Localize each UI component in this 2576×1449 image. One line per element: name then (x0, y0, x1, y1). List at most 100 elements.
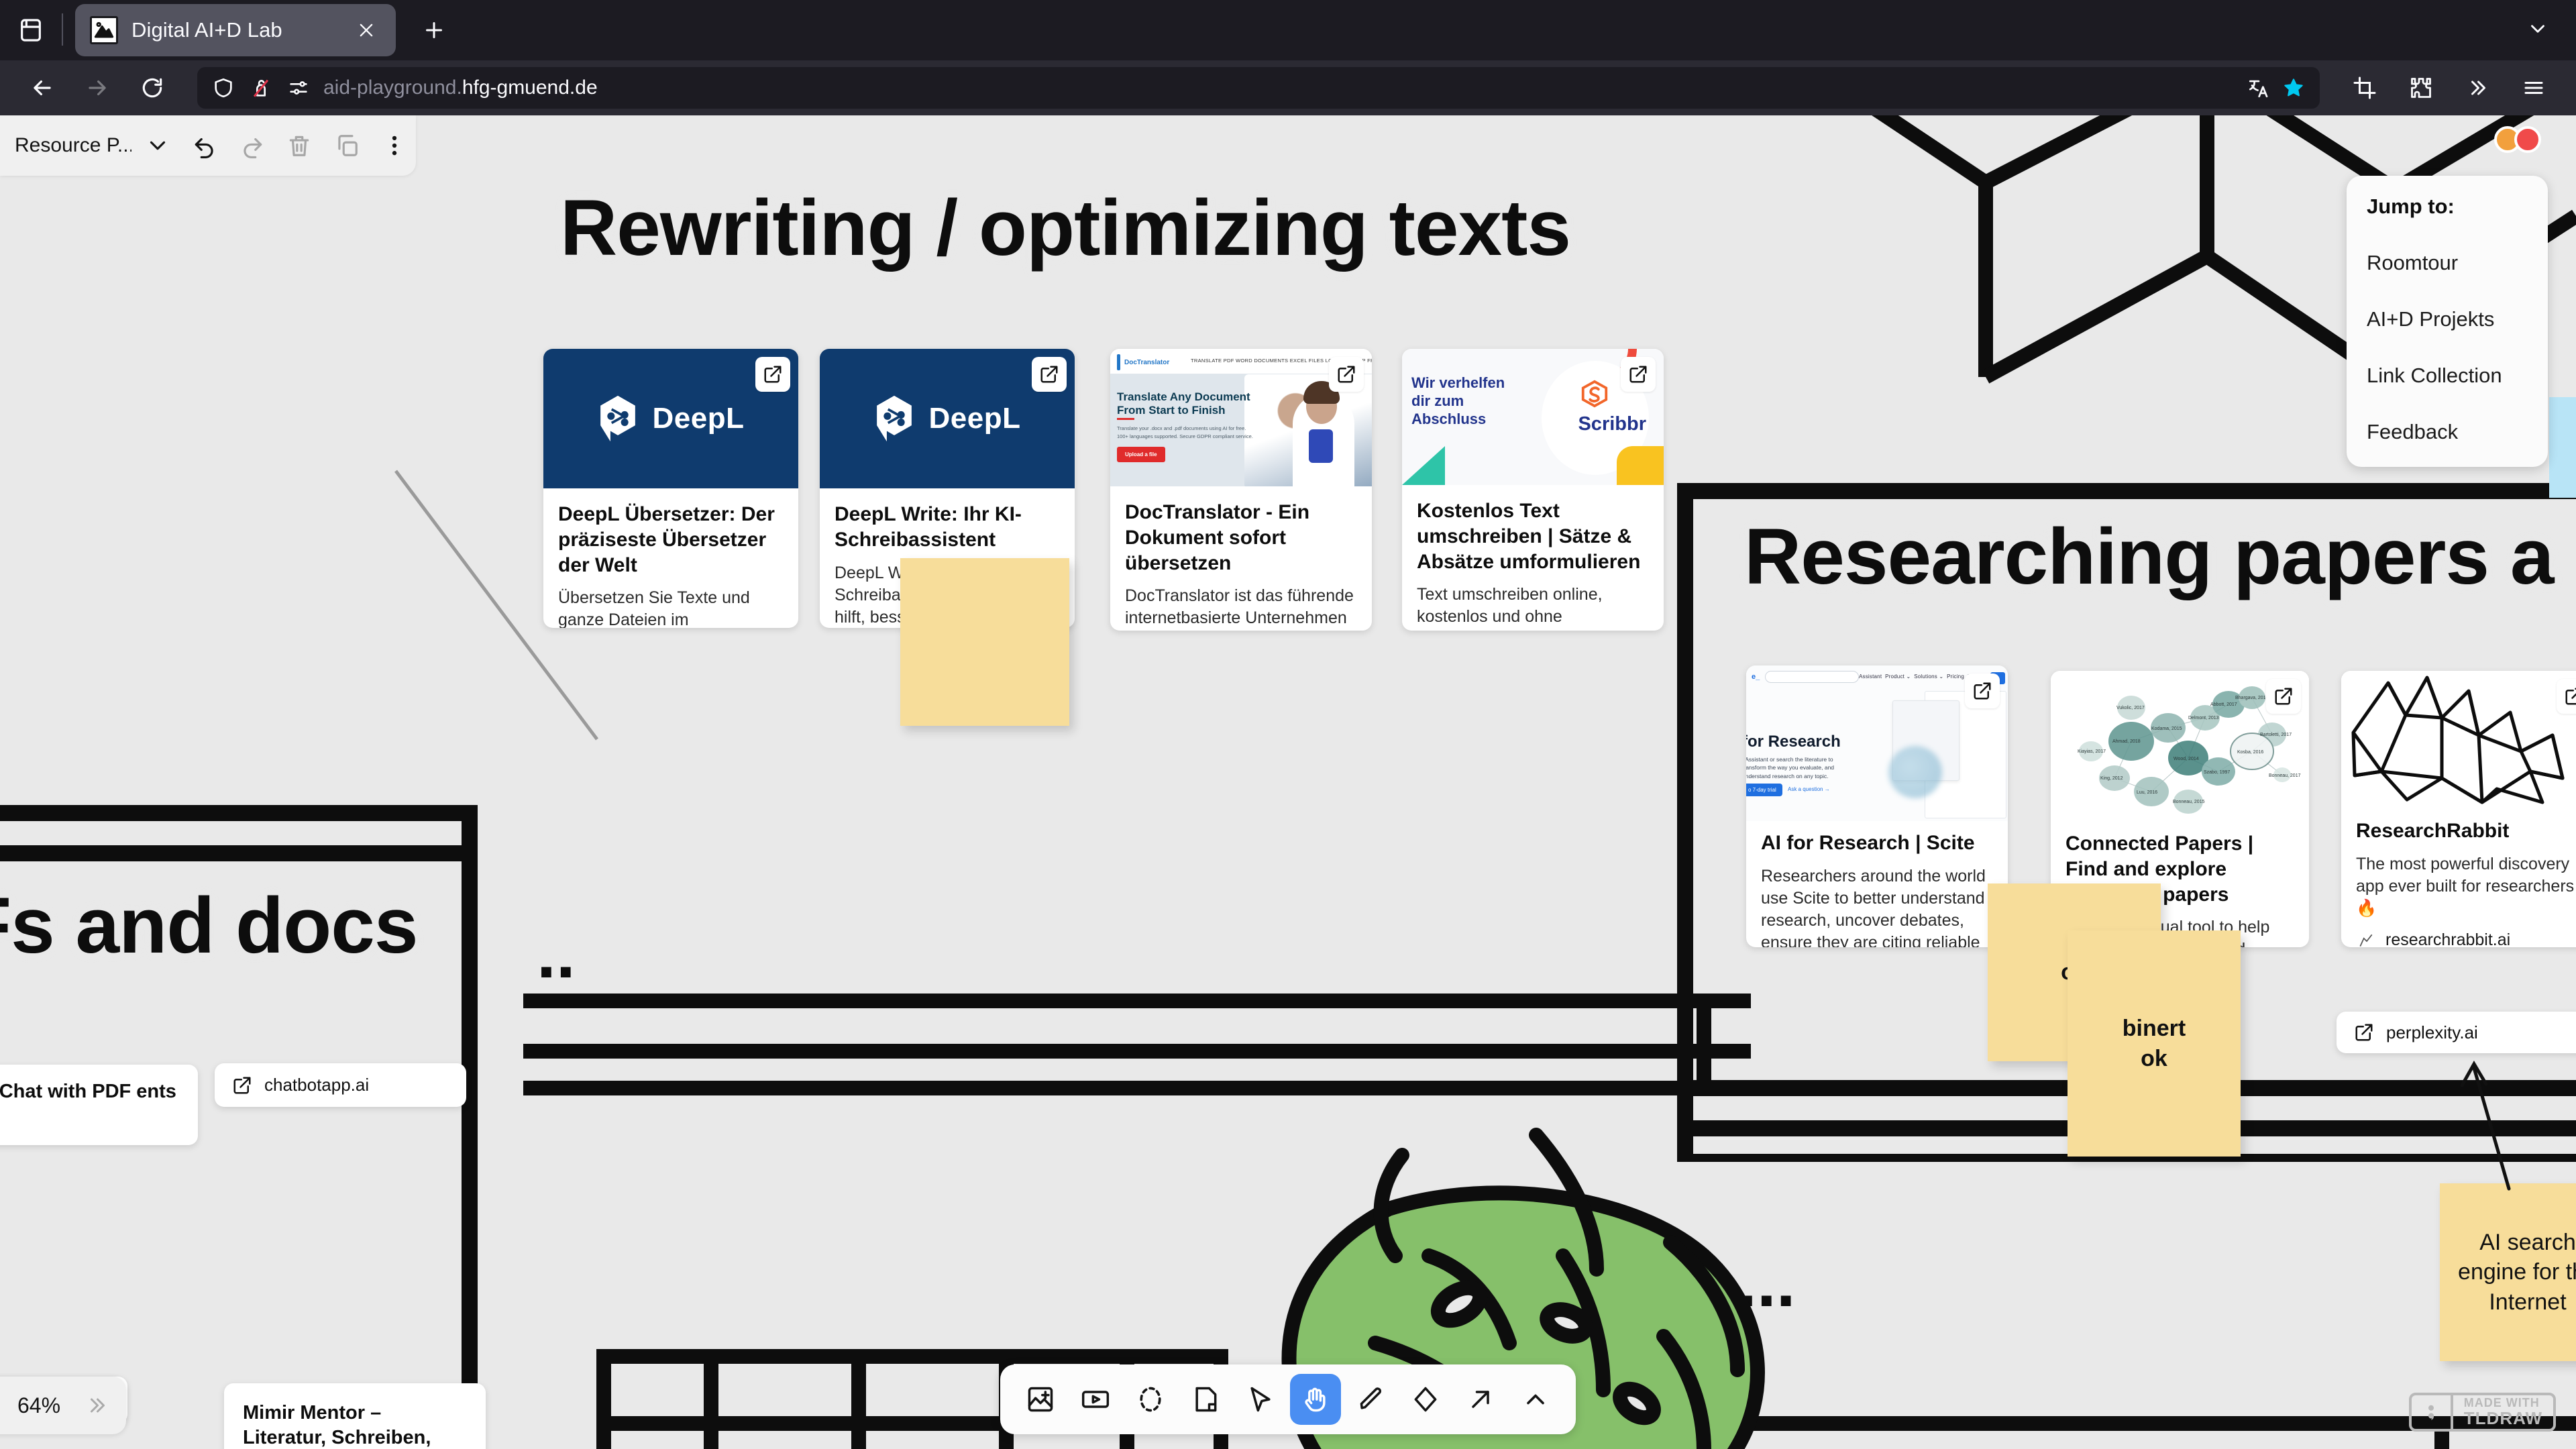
scite-ask-link[interactable]: Ask a question → (1788, 786, 1830, 792)
page-menu-chevron-icon[interactable] (136, 123, 179, 168)
open-external-icon[interactable] (755, 357, 790, 392)
asset-image-tool[interactable] (1015, 1374, 1066, 1425)
jump-to-item-feedback[interactable]: Feedback (2367, 420, 2528, 444)
tldraw-canvas[interactable]: Rewriting / optimizing texts Researching… (0, 115, 2576, 1449)
sticky-note-blank[interactable] (900, 558, 1069, 726)
avatar[interactable] (2514, 126, 2541, 153)
made-with-tldraw-badge[interactable]: MADE WITH TLDRAW (2408, 1393, 2556, 1432)
reload-button[interactable] (127, 67, 177, 109)
jump-to-heading: Jump to: (2367, 195, 2455, 218)
lasso-select-tool[interactable] (1125, 1374, 1176, 1425)
card-footer: oc.com (0, 1112, 180, 1132)
card-title: ResearchRabbit (2356, 820, 2510, 842)
delete-button[interactable] (278, 123, 321, 168)
app-menu-hamburger-icon[interactable] (2509, 67, 2559, 109)
close-icon[interactable] (352, 15, 381, 45)
card-footer: researchrabbit.ai (2356, 930, 2576, 947)
card-body: DeepL Übersetzer: Der präziseste Überset… (543, 488, 798, 628)
open-external-icon[interactable] (2557, 679, 2576, 714)
redo-button[interactable] (230, 123, 274, 168)
open-external-icon (2355, 1024, 2373, 1041)
translate-icon[interactable] (2246, 75, 2271, 101)
address-bar[interactable]: aid-playground.hfg-gmuend.de (197, 67, 2320, 109)
open-external-icon[interactable] (1621, 357, 1656, 392)
document-name-label[interactable]: Resource P... (15, 134, 131, 157)
arrow-tool[interactable] (1455, 1374, 1506, 1425)
card-thumbnail: Ahmad, 2018 Kodama, 2015 Delmont, 2013 Abb… (2051, 671, 2309, 822)
url-card-perplexity[interactable]: perplexity.ai (2337, 1012, 2576, 1053)
tldraw-logo-icon (2412, 1395, 2453, 1429)
center-rails-linework (523, 987, 1751, 1122)
expand-menu-icon[interactable] (85, 1393, 109, 1417)
open-external-icon[interactable] (1965, 674, 2000, 708)
link-card-doctranslator[interactable]: DocTranslator TRANSLATE PDF WORD DOCUMEN… (1110, 349, 1372, 631)
firefox-view-icon[interactable] (0, 0, 62, 60)
eraser-tool[interactable] (1400, 1374, 1451, 1425)
draw-tool[interactable] (1345, 1374, 1396, 1425)
tracking-protection-shield-icon[interactable] (211, 75, 236, 101)
urlbar-actions (2246, 75, 2306, 101)
tldraw-top-toolbar[interactable]: Resource P... (0, 115, 416, 176)
jump-to-item-link-collection[interactable]: Link Collection (2367, 364, 2528, 388)
list-all-tabs-chevron-down-icon[interactable] (2517, 8, 2559, 50)
sticky-note-perplexity-desc[interactable]: AI search engine for the Internet (2440, 1183, 2576, 1361)
crop-screenshot-icon[interactable] (2340, 67, 2390, 109)
sticky-note-ok-2[interactable]: binert ok (2068, 930, 2241, 1157)
svg-text:Bhargava, 2016: Bhargava, 2016 (2235, 696, 2269, 700)
scribbr-wordmark: Scribbr (1578, 413, 1646, 435)
tabstrip-divider (62, 13, 63, 46)
url-text[interactable]: aid-playground.hfg-gmuend.de (323, 76, 2234, 99)
more-tools-button[interactable] (1510, 1374, 1561, 1425)
svg-text:Bonneau, 2017: Bonneau, 2017 (2269, 773, 2301, 778)
back-button[interactable] (17, 67, 67, 109)
jump-to-item-aid-projekts[interactable]: AI+D Projekts (2367, 307, 2528, 331)
tab-strip: Digital AI+D Lab (0, 0, 2576, 60)
link-card-researchrabbit[interactable]: ResearchRabbit The most powerful discove… (2341, 671, 2576, 947)
tab-title: Digital AI+D Lab (131, 18, 282, 42)
svg-text:King, 2012: King, 2012 (2100, 776, 2123, 781)
undo-button[interactable] (183, 123, 227, 168)
card-description: Researchers around the world use Scite t… (1761, 866, 1986, 947)
page-settings-icon[interactable] (286, 75, 311, 101)
deepl-logo-icon (600, 395, 635, 442)
url-card-chatbotapp[interactable]: chatbotapp.ai (215, 1063, 466, 1107)
svg-text:Kiayias, 2017: Kiayias, 2017 (2078, 749, 2106, 754)
jump-to-panel[interactable]: Jump to: Roomtour AI+D Projekts Link Col… (2347, 176, 2548, 467)
extensions-puzzle-icon[interactable] (2396, 67, 2446, 109)
tldraw-bottom-toolbar[interactable] (1000, 1364, 1576, 1434)
open-external-icon[interactable] (1329, 357, 1364, 392)
open-external-icon[interactable] (2266, 679, 2301, 714)
card-title: Mimir Mentor – Literatur, Schreiben, Kor… (243, 1402, 431, 1449)
navigation-toolbar: aid-playground.hfg-gmuend.de (0, 60, 2576, 115)
link-card-mimir-mentor[interactable]: Mimir Mentor – Literatur, Schreiben, Kor… (224, 1383, 486, 1449)
new-tab-button[interactable] (413, 9, 455, 51)
deepl-wordmark: DeepL (652, 402, 745, 435)
card-body: DocTranslator - Ein Dokument sofort über… (1110, 486, 1372, 631)
select-tool[interactable] (1235, 1374, 1286, 1425)
link-card-deepl-translator[interactable]: DeepL DeepL Übersetzer: Der präziseste Ü… (543, 349, 798, 628)
jump-to-item-roomtour[interactable]: Roomtour (2367, 251, 2528, 275)
scite-trial-button[interactable]: o 7-day trial (1746, 784, 1782, 796)
scribbr-headline: Wir verhelfen dir zum Abschluss (1411, 374, 1505, 427)
svg-text:Abbott, 2017: Abbott, 2017 (2210, 702, 2237, 707)
forward-button[interactable] (72, 67, 122, 109)
zoom-level-value[interactable]: 64% (17, 1393, 60, 1418)
arrow-sticky-to-perplexity (2442, 1055, 2549, 1195)
open-external-icon[interactable] (1032, 357, 1067, 392)
more-actions-button[interactable] (372, 123, 416, 168)
zoom-widget[interactable]: 64% (0, 1377, 127, 1434)
duplicate-button[interactable] (325, 123, 369, 168)
embed-tool[interactable] (1070, 1374, 1121, 1425)
hand-tool[interactable] (1290, 1374, 1341, 1425)
permissions-crossed-icon[interactable] (248, 75, 274, 101)
deepl-wordmark: DeepL (928, 402, 1021, 435)
tabstrip-right-actions (2517, 8, 2576, 60)
overflow-chevron-double-right-icon[interactable] (2453, 67, 2502, 109)
link-card-scite[interactable]: e_ Assistant Product ⌄ Solutions ⌄ Prici… (1746, 665, 2008, 947)
doctranslator-upload-button[interactable]: Upload a file (1117, 447, 1165, 462)
star-bookmark-icon[interactable] (2281, 75, 2306, 101)
link-card-scribbr[interactable]: Wir verhelfen dir zum Abschluss Scribbr … (1402, 349, 1664, 631)
browser-tab[interactable]: Digital AI+D Lab (75, 4, 396, 56)
note-tool[interactable] (1180, 1374, 1231, 1425)
link-card-chat-with-pdf[interactable]: C - AI Chat with PDF ents oc.com (0, 1065, 198, 1145)
